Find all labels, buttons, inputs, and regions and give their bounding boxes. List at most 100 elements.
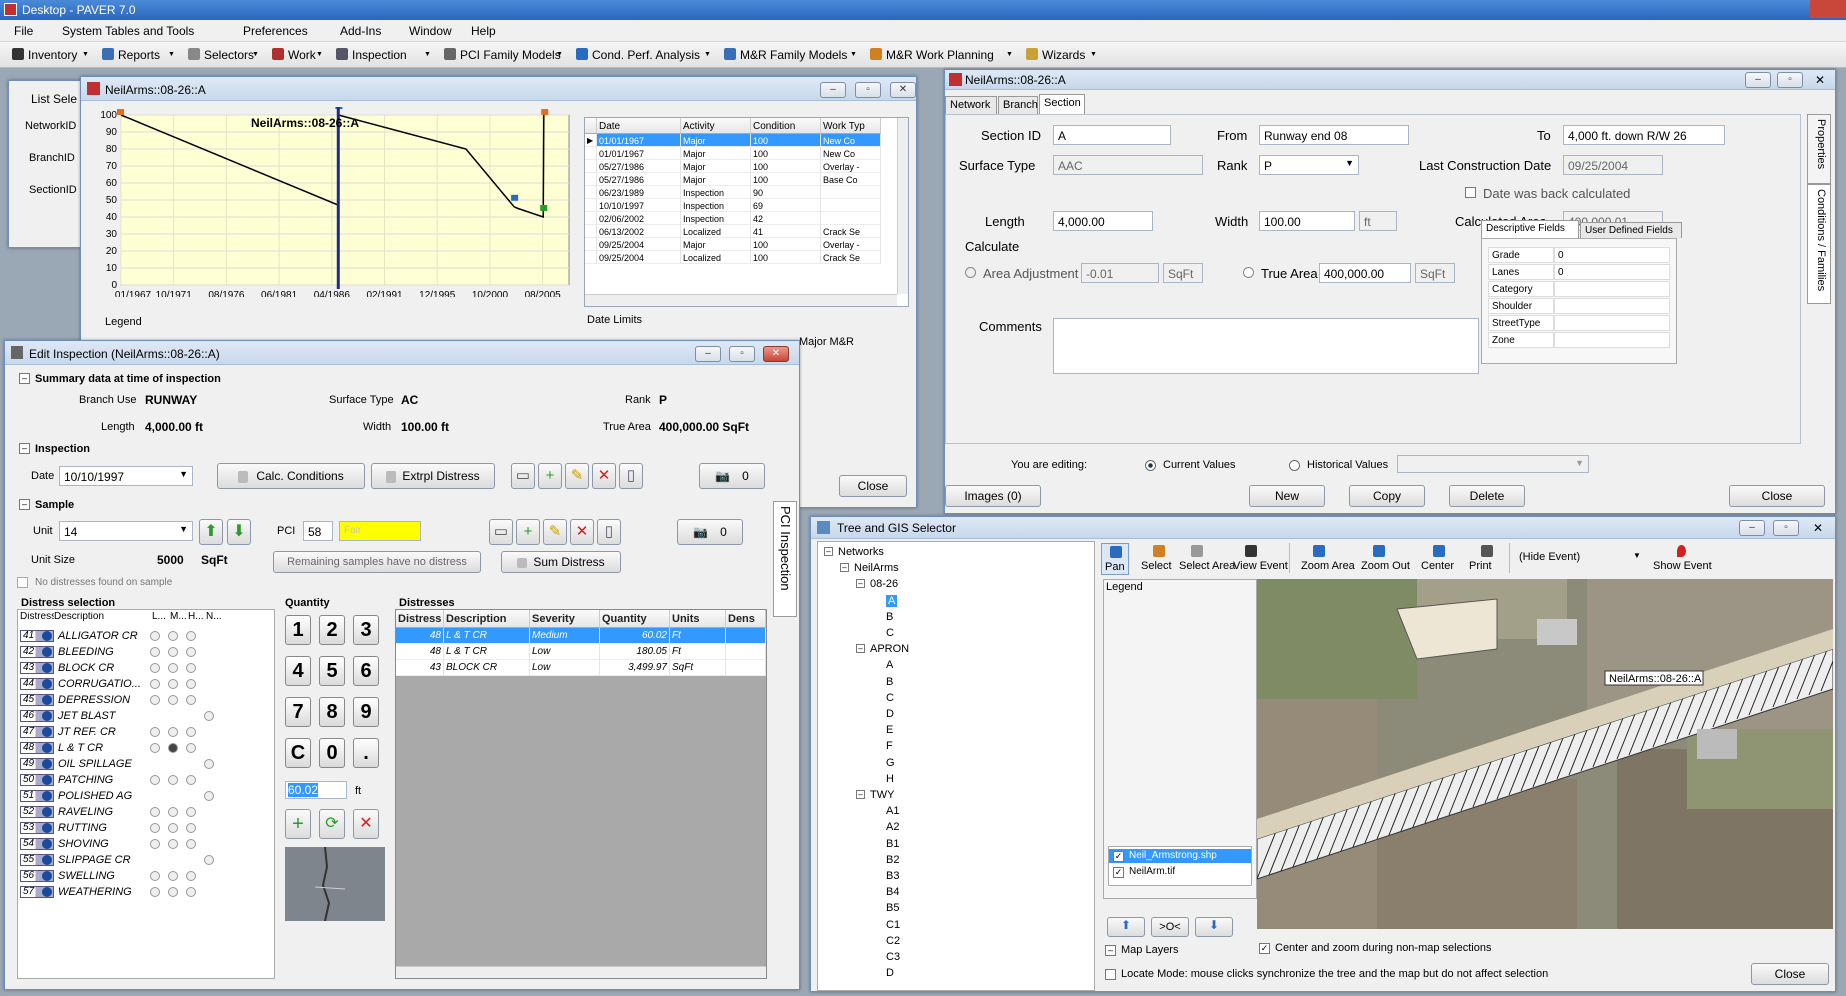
distress-cell[interactable] — [726, 644, 766, 660]
history-cell[interactable]: 69 — [751, 199, 821, 212]
horizontal-scrollbar[interactable] — [585, 294, 897, 306]
add-distress-button[interactable]: + — [285, 809, 311, 839]
keypad-key[interactable]: 8 — [319, 697, 345, 727]
history-cell[interactable]: 01/01/1967 — [597, 147, 681, 160]
minimize-button[interactable]: – — [1739, 520, 1765, 536]
history-column-header[interactable]: Activity — [681, 118, 751, 134]
info-icon[interactable] — [42, 823, 52, 833]
section-close-button[interactable]: Close — [1729, 485, 1825, 507]
severity-radio[interactable] — [186, 647, 196, 657]
distress-row[interactable]: 42 BLEEDING — [18, 644, 274, 660]
tree-expander[interactable]: – — [840, 563, 849, 573]
info-icon[interactable] — [42, 887, 52, 897]
distresses-column-header[interactable]: Dens — [726, 610, 766, 628]
inspection-collapse-toggle[interactable]: – — [19, 443, 30, 454]
history-column-header[interactable]: Date — [597, 118, 681, 134]
distress-selection-column-header[interactable]: Distress — [20, 612, 54, 622]
distresses-column-header[interactable]: Distress — [396, 610, 444, 628]
severity-radio[interactable] — [186, 775, 196, 785]
remove-distress-button[interactable]: ✕ — [353, 809, 379, 839]
severity-radio[interactable] — [168, 775, 178, 785]
distress-cell[interactable]: Ft — [670, 644, 726, 660]
severity-radio[interactable] — [168, 727, 178, 737]
comments-field[interactable] — [1053, 318, 1479, 374]
distress-cell[interactable]: BLOCK CR — [444, 660, 530, 676]
distress-row[interactable]: 46 JET BLAST — [18, 708, 274, 724]
true-area-field[interactable]: 400,000.00 — [1319, 263, 1411, 283]
distress-cell[interactable]: 48 — [396, 628, 444, 644]
tree-node[interactable]: TWY — [870, 789, 894, 801]
tree-node[interactable]: B1 — [886, 838, 899, 850]
history-column-header[interactable]: Work Typ — [821, 118, 881, 134]
sample-photos-button[interactable]: 📷 0 — [677, 519, 743, 545]
severity-radio[interactable] — [168, 823, 178, 833]
severity-radio[interactable] — [186, 695, 196, 705]
distress-cell[interactable]: 43 — [396, 660, 444, 676]
menu-file[interactable]: File — [14, 25, 33, 37]
keypad-key[interactable]: 5 — [319, 656, 345, 686]
severity-radio[interactable] — [150, 679, 160, 689]
copy-button[interactable]: ▯ — [619, 463, 643, 489]
distress-row[interactable]: 44 CORRUGATIO... — [18, 676, 274, 692]
distress-cell[interactable]: SqFt — [670, 660, 726, 676]
tree-node[interactable]: B4 — [886, 886, 899, 898]
distress-cell[interactable]: L & T CR — [444, 628, 530, 644]
tree-expander[interactable]: – — [856, 644, 865, 654]
width-field[interactable]: 100.00 — [1259, 211, 1355, 231]
event-flag[interactable] — [511, 194, 519, 201]
tree-node[interactable]: H — [886, 773, 894, 785]
map-layers-toggle[interactable]: – — [1105, 945, 1116, 956]
tree-node[interactable]: F — [886, 740, 893, 752]
severity-radio[interactable] — [204, 791, 214, 801]
history-cell[interactable]: Major — [681, 173, 751, 186]
history-cell[interactable] — [821, 186, 881, 199]
info-icon[interactable] — [42, 871, 52, 881]
tree-expander[interactable]: – — [824, 547, 833, 556]
severity-radio[interactable] — [168, 871, 178, 881]
tool-select-area-button[interactable]: Select Area — [1179, 543, 1235, 575]
distress-selection-column-header[interactable]: L... — [152, 612, 170, 622]
event-flag[interactable] — [541, 109, 549, 115]
info-icon[interactable] — [42, 807, 52, 817]
horizontal-scrollbar[interactable] — [396, 966, 766, 978]
new-button[interactable]: New — [1249, 485, 1325, 507]
distress-row[interactable]: 53 RUTTING — [18, 820, 274, 836]
history-cell[interactable]: 09/25/2004 — [597, 238, 681, 251]
edit-button[interactable]: ✎ — [543, 519, 567, 545]
maximize-button[interactable]: ▫ — [1777, 72, 1803, 88]
close-button[interactable]: ✕ — [1815, 74, 1825, 86]
distresses-column-header[interactable]: Units — [670, 610, 726, 628]
tree-node[interactable]: A — [886, 659, 893, 671]
tab-network[interactable]: Network — [945, 96, 997, 114]
info-icon[interactable] — [42, 711, 52, 721]
no-distress-checkbox[interactable] — [17, 577, 28, 588]
tree-node[interactable]: 08-26 — [870, 578, 898, 590]
severity-radio[interactable] — [186, 823, 196, 833]
history-cell[interactable]: 42 — [751, 212, 821, 225]
tab-descriptive-fields[interactable]: Descriptive Fields — [1481, 220, 1579, 238]
field-value[interactable] — [1554, 298, 1670, 314]
tree-node[interactable]: D — [886, 708, 894, 720]
layer-checkbox[interactable]: ✓ — [1113, 851, 1124, 862]
tool-print-button[interactable]: Print — [1469, 543, 1493, 575]
history-cell[interactable]: 01/01/1967 — [597, 134, 681, 147]
tree-node[interactable]: Networks — [838, 546, 884, 558]
extrapolate-distress-button[interactable]: Extrpl Distress — [371, 463, 495, 489]
event-flag[interactable] — [117, 109, 124, 115]
unit-down-button[interactable]: ⬇ — [227, 519, 251, 545]
history-cell[interactable]: Inspection — [681, 199, 751, 212]
app-close-button[interactable] — [1810, 0, 1846, 18]
tree-node[interactable]: D — [886, 967, 894, 979]
history-cell[interactable]: 100 — [751, 160, 821, 173]
copy-button[interactable]: Copy — [1349, 485, 1425, 507]
event-select[interactable]: (Hide Event) ▼ — [1519, 549, 1641, 567]
field-value[interactable]: 0 — [1554, 264, 1670, 280]
info-icon[interactable] — [42, 775, 52, 785]
severity-radio[interactable] — [168, 695, 178, 705]
keypad-key[interactable]: 2 — [319, 615, 345, 645]
show-event-button[interactable]: Show Event — [1653, 543, 1712, 575]
severity-radio[interactable] — [204, 711, 214, 721]
new-button[interactable]: ▭ — [511, 463, 535, 489]
info-icon[interactable] — [42, 679, 52, 689]
summary-collapse-toggle[interactable]: – — [19, 373, 30, 384]
